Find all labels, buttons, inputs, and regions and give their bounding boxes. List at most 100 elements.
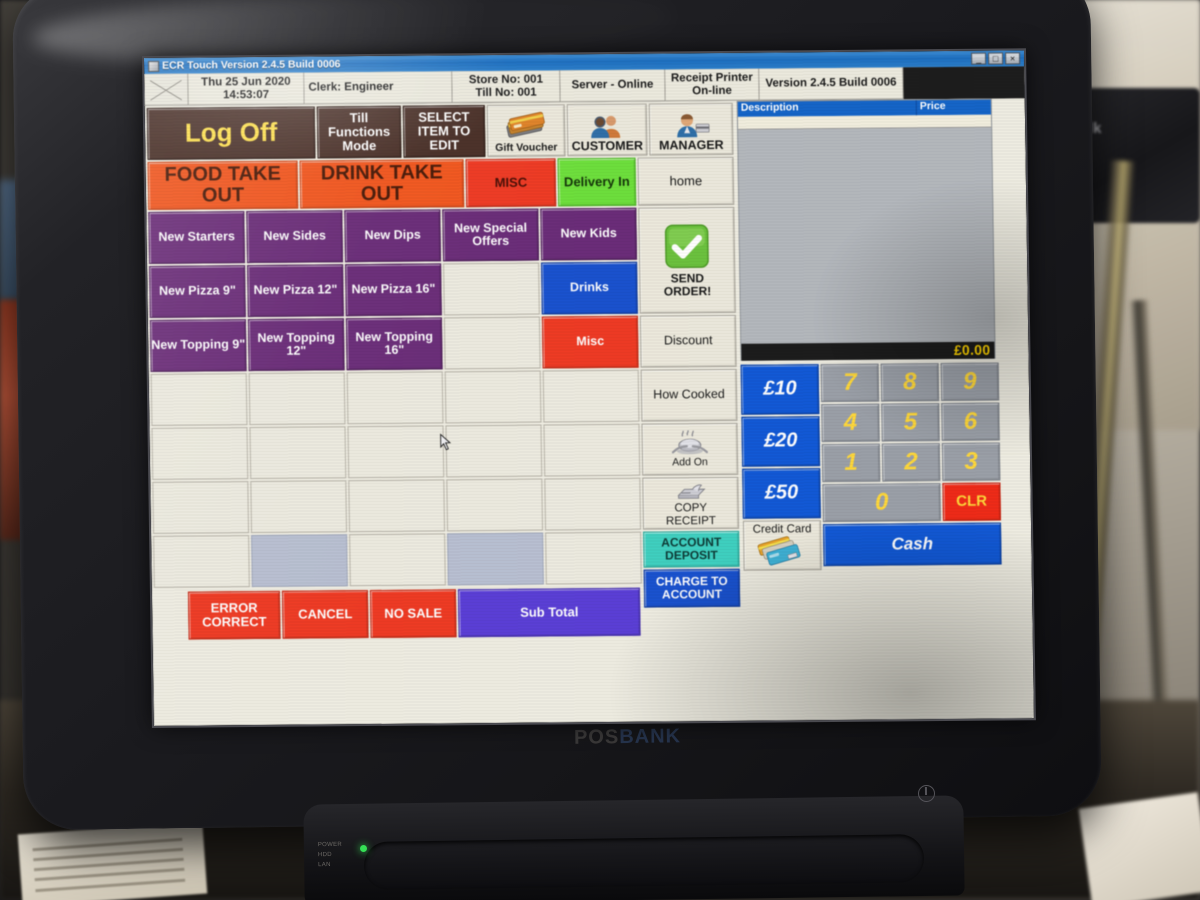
grid-cell[interactable] xyxy=(346,371,444,425)
product-new-topping-9[interactable]: New Topping 9" xyxy=(149,319,247,372)
add-on-label: Add On xyxy=(672,455,708,469)
product-drinks[interactable]: Drinks xyxy=(541,261,638,315)
keypad-3[interactable]: 3 xyxy=(941,442,1001,482)
product-new-pizza-9[interactable]: New Pizza 9" xyxy=(149,265,246,318)
printer-state: On-line xyxy=(692,84,732,97)
product-new-topping-16[interactable]: New Topping 16" xyxy=(345,317,443,371)
discount-button[interactable]: Discount xyxy=(639,314,737,368)
grid-cell[interactable] xyxy=(446,478,544,532)
maximize-button[interactable]: □ xyxy=(988,52,1004,65)
charge-to-account-button[interactable]: CHARGE TO ACCOUNT xyxy=(643,568,741,608)
keypad-clear-button[interactable]: CLR xyxy=(942,482,1001,522)
keypad-5[interactable]: 5 xyxy=(881,403,940,442)
category-delivery-in[interactable]: Delivery In xyxy=(557,157,637,207)
credit-card-stack-icon xyxy=(757,536,801,566)
touch-screen[interactable]: ECR Touch Version 2.4.5 Build 0006 _ □ ×… xyxy=(144,50,1034,726)
send-order-button[interactable]: SEND ORDER! xyxy=(638,206,736,314)
product-misc[interactable]: Misc xyxy=(541,315,639,369)
keypad-1[interactable]: 1 xyxy=(821,443,881,483)
grid-cell[interactable] xyxy=(544,477,642,531)
add-on-button[interactable]: Add On xyxy=(641,422,739,476)
send-order-label: SEND ORDER! xyxy=(663,270,712,298)
grid-cell[interactable] xyxy=(444,370,542,424)
product-slot-empty[interactable] xyxy=(443,262,540,316)
keypad-8[interactable]: 8 xyxy=(880,363,940,402)
transaction-items-list[interactable] xyxy=(738,127,995,344)
customer-label: CUSTOMER xyxy=(571,138,644,153)
tender-20-button[interactable]: £20 xyxy=(741,416,821,467)
product-new-kids[interactable]: New Kids xyxy=(540,207,638,261)
product-new-sides[interactable]: New Sides xyxy=(246,210,344,264)
till-no-text: Till No: 001 xyxy=(475,86,537,99)
tender-10-button[interactable]: £10 xyxy=(740,364,820,415)
sub-total-button[interactable]: Sub Total xyxy=(457,587,641,638)
credit-card-label: Credit Card xyxy=(752,523,812,536)
grid-cell[interactable] xyxy=(348,479,446,533)
grid-cell[interactable] xyxy=(250,480,348,534)
grid-cell[interactable] xyxy=(347,425,445,479)
credit-card-button[interactable]: Credit Card xyxy=(742,520,822,571)
product-new-topping-12[interactable]: New Topping 12" xyxy=(247,318,345,372)
keypad-7[interactable]: 7 xyxy=(820,363,880,403)
keypad-0[interactable]: 0 xyxy=(822,483,941,523)
paper-sheet xyxy=(1078,792,1200,900)
how-cooked-button[interactable]: How Cooked xyxy=(640,368,738,422)
product-new-special-offers[interactable]: New Special Offers xyxy=(442,208,540,262)
copy-receipt-button[interactable]: COPY RECEIPT xyxy=(642,476,740,530)
product-slot-empty-2[interactable] xyxy=(443,316,541,370)
category-home[interactable]: home xyxy=(637,156,735,206)
manager-icon xyxy=(677,113,710,137)
printer-icon xyxy=(677,484,706,500)
logo-bank-text: BANK xyxy=(619,725,682,749)
error-correct-button[interactable]: ERROR CORRECT xyxy=(187,590,281,640)
gift-voucher-button[interactable]: Gift Voucher xyxy=(486,104,566,158)
checkmark-icon xyxy=(664,224,709,268)
keypad-9[interactable]: 9 xyxy=(940,362,1000,402)
minimize-button[interactable]: _ xyxy=(971,52,987,65)
no-sale-button[interactable]: NO SALE xyxy=(369,589,457,639)
category-drink-take-out[interactable]: DRINK TAKE OUT xyxy=(299,159,465,209)
column-price: Price xyxy=(919,100,946,113)
grid-cell[interactable] xyxy=(542,369,640,423)
grid-cell[interactable] xyxy=(152,481,250,534)
power-led xyxy=(360,845,367,852)
account-deposit-button[interactable]: ACCOUNT DEPOSIT xyxy=(643,530,740,568)
grid-cell[interactable] xyxy=(249,426,347,480)
product-new-dips[interactable]: New Dips xyxy=(344,209,442,263)
clerk-display: Clerk: Engineer xyxy=(304,71,453,105)
category-food-take-out[interactable]: FOOD TAKE OUT xyxy=(147,160,299,210)
grid-cell[interactable] xyxy=(153,535,250,588)
keypad-6[interactable]: 6 xyxy=(941,402,1000,442)
grid-cell[interactable] xyxy=(545,531,642,585)
copy-receipt-label: COPY RECEIPT xyxy=(665,502,716,527)
customer-button[interactable]: CUSTOMER xyxy=(566,103,648,157)
till-functions-button[interactable]: Till Functions Mode xyxy=(316,105,402,159)
grid-cell[interactable] xyxy=(150,373,248,426)
grid-cell-highlighted[interactable] xyxy=(447,532,544,586)
stand-vent xyxy=(363,834,925,890)
product-new-starters[interactable]: New Starters xyxy=(148,211,246,264)
keypad-2[interactable]: 2 xyxy=(881,443,941,482)
keypad-4[interactable]: 4 xyxy=(821,403,880,443)
mouse-cursor xyxy=(440,433,452,451)
select-item-to-edit-button[interactable]: SELECT ITEM TO EDIT xyxy=(402,105,486,158)
cash-button[interactable]: Cash xyxy=(822,522,1002,567)
grid-cell[interactable] xyxy=(445,424,543,478)
store-no-text: Store No: 001 xyxy=(468,73,544,86)
grid-cell[interactable] xyxy=(248,372,346,426)
product-new-pizza-12[interactable]: New Pizza 12" xyxy=(247,264,344,318)
product-new-pizza-16[interactable]: New Pizza 16" xyxy=(345,263,442,317)
grid-cell[interactable] xyxy=(151,427,249,480)
grid-cell-highlighted[interactable] xyxy=(251,534,348,588)
close-button[interactable]: × xyxy=(1005,52,1021,65)
window-controls[interactable]: _ □ × xyxy=(971,52,1022,65)
time-text: 14:53:07 xyxy=(222,88,270,101)
app-icon xyxy=(148,60,160,72)
grid-cell[interactable] xyxy=(349,533,446,587)
grid-cell[interactable] xyxy=(543,423,641,477)
manager-button[interactable]: MANAGER xyxy=(648,102,734,156)
log-off-button[interactable]: Log Off xyxy=(146,106,316,160)
tender-50-button[interactable]: £50 xyxy=(742,468,821,519)
cancel-button[interactable]: CANCEL xyxy=(281,590,369,639)
category-misc[interactable]: MISC xyxy=(465,158,557,208)
